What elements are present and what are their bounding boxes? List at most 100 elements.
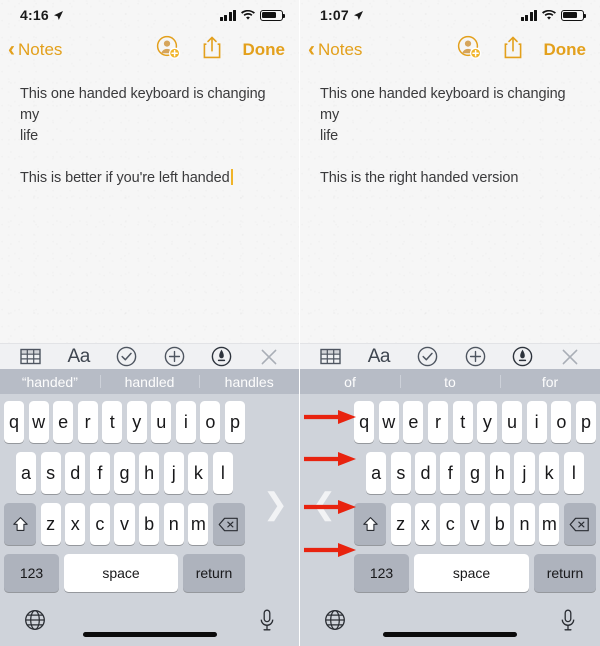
share-button[interactable] — [202, 35, 222, 65]
key-t[interactable]: t — [102, 401, 123, 444]
add-attachment-button[interactable] — [164, 346, 185, 367]
done-button[interactable]: Done — [243, 40, 286, 60]
key-l[interactable]: l — [563, 452, 584, 495]
key-u[interactable]: u — [151, 401, 172, 444]
key-k[interactable]: k — [188, 452, 209, 495]
key-g[interactable]: g — [114, 452, 135, 495]
key-g[interactable]: g — [464, 452, 486, 495]
key-i[interactable]: i — [175, 401, 196, 444]
key-m[interactable]: m — [188, 503, 209, 546]
key-a[interactable]: a — [16, 452, 37, 495]
back-to-notes-button[interactable]: ‹ Notes — [308, 39, 362, 60]
shift-key[interactable] — [4, 503, 36, 546]
key-h[interactable]: h — [139, 452, 160, 495]
key-n[interactable]: n — [163, 503, 184, 546]
key-r[interactable]: r — [427, 401, 449, 444]
space-key[interactable]: space — [414, 554, 529, 593]
prediction-item[interactable]: handles — [199, 369, 299, 394]
space-key[interactable]: space — [64, 554, 178, 593]
key-b[interactable]: b — [139, 503, 160, 546]
markup-button[interactable] — [512, 346, 533, 367]
key-s[interactable]: s — [390, 452, 411, 495]
key-e[interactable]: e — [53, 401, 74, 444]
key-p[interactable]: p — [575, 401, 597, 444]
key-m[interactable]: m — [539, 503, 560, 546]
numbers-key[interactable]: 123 — [354, 554, 409, 593]
table-button[interactable] — [320, 347, 341, 366]
key-c[interactable]: c — [440, 503, 461, 546]
key-p[interactable]: p — [224, 401, 245, 444]
key-row-4: 123 space return — [300, 554, 600, 593]
key-f[interactable]: f — [440, 452, 461, 495]
markup-button[interactable] — [211, 346, 232, 367]
chevron-right-icon[interactable]: ❯ — [263, 490, 288, 520]
add-person-button[interactable] — [156, 35, 181, 65]
return-key[interactable]: return — [534, 554, 596, 593]
key-q[interactable]: q — [4, 401, 25, 444]
prediction-bar: “handed” handled handles — [0, 369, 299, 395]
key-u[interactable]: u — [501, 401, 523, 444]
key-s[interactable]: s — [40, 452, 61, 495]
key-f[interactable]: f — [89, 452, 110, 495]
key-w[interactable]: w — [28, 401, 49, 444]
add-attachment-button[interactable] — [465, 346, 486, 367]
key-v[interactable]: v — [464, 503, 486, 546]
key-x[interactable]: x — [415, 503, 436, 546]
key-a[interactable]: a — [366, 452, 387, 495]
key-j[interactable]: j — [514, 452, 535, 495]
checklist-button[interactable] — [116, 346, 137, 367]
key-z[interactable]: z — [40, 503, 61, 546]
note-content[interactable]: This one handed keyboard is changing my … — [0, 70, 299, 189]
key-h[interactable]: h — [489, 452, 510, 495]
dictation-button[interactable] — [560, 609, 576, 637]
prediction-item[interactable]: for — [500, 369, 600, 394]
key-l[interactable]: l — [212, 452, 233, 495]
text-format-button[interactable]: Aa — [368, 346, 391, 368]
key-j[interactable]: j — [163, 452, 184, 495]
table-icon — [320, 348, 341, 365]
shift-icon — [362, 516, 378, 531]
key-e[interactable]: e — [403, 401, 424, 444]
key-n[interactable]: n — [514, 503, 535, 546]
text-format-button[interactable]: Aa — [68, 346, 91, 368]
key-o[interactable]: o — [551, 401, 572, 444]
close-keyboard-button[interactable] — [259, 347, 279, 367]
table-button[interactable] — [20, 347, 41, 366]
globe-icon — [325, 610, 345, 631]
globe-button[interactable] — [324, 609, 346, 636]
key-o[interactable]: o — [200, 401, 221, 444]
key-y[interactable]: y — [477, 401, 498, 444]
key-w[interactable]: w — [378, 401, 399, 444]
key-d[interactable]: d — [415, 452, 436, 495]
key-z[interactable]: z — [390, 503, 411, 546]
dictation-button[interactable] — [259, 609, 275, 637]
key-y[interactable]: y — [126, 401, 147, 444]
globe-button[interactable] — [24, 609, 46, 636]
key-v[interactable]: v — [114, 503, 135, 546]
note-content[interactable]: This one handed keyboard is changing my … — [300, 70, 600, 189]
prediction-item[interactable]: to — [400, 369, 500, 394]
key-d[interactable]: d — [65, 452, 86, 495]
key-x[interactable]: x — [65, 503, 86, 546]
key-i[interactable]: i — [526, 401, 547, 444]
prediction-item[interactable]: “handed” — [0, 369, 100, 394]
close-keyboard-button[interactable] — [560, 347, 580, 367]
key-area: ❮ q w e r t y u i o p a s d f g h j k l … — [300, 394, 600, 601]
key-r[interactable]: r — [77, 401, 98, 444]
numbers-key[interactable]: 123 — [4, 554, 59, 593]
key-b[interactable]: b — [489, 503, 510, 546]
back-to-notes-button[interactable]: ‹ Notes — [8, 39, 62, 60]
delete-key[interactable] — [212, 503, 245, 546]
add-person-button[interactable] — [457, 35, 482, 65]
key-k[interactable]: k — [539, 452, 560, 495]
share-button[interactable] — [503, 35, 523, 65]
return-key[interactable]: return — [183, 554, 245, 593]
prediction-item[interactable]: of — [300, 369, 400, 394]
done-button[interactable]: Done — [544, 40, 587, 60]
key-c[interactable]: c — [89, 503, 110, 546]
key-t[interactable]: t — [452, 401, 473, 444]
checklist-button[interactable] — [417, 346, 438, 367]
prediction-item[interactable]: handled — [99, 369, 200, 394]
delete-key[interactable] — [563, 503, 596, 546]
share-icon — [504, 36, 521, 59]
